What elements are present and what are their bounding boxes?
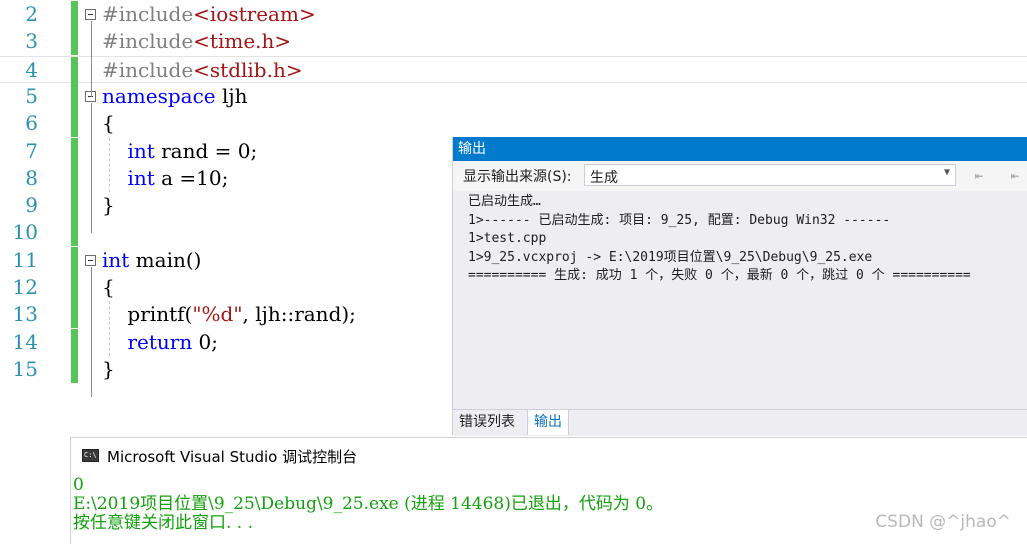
console-line: 0 [73,475,84,495]
change-marker [71,301,78,329]
indent-guide [109,301,110,356]
collapse-icon[interactable] [85,254,96,266]
line-number: 6 [25,111,38,136]
outline-line [91,266,92,398]
output-line: 1>------ 已启动生成: 项目: 9_25, 配置: Debug Win3… [468,212,891,228]
line-number: 12 [12,275,38,299]
change-marker [71,56,78,84]
console-app-icon: C:\ [82,449,99,462]
code-text: #include<iostream> [102,2,316,26]
code-line[interactable]: 2 #include<iostream> [0,1,1027,28]
change-marker [71,82,78,110]
output-panel-title[interactable]: 输出 [453,137,1027,161]
change-marker [71,219,78,247]
output-line: 已启动生成… [468,194,541,209]
change-marker [71,110,78,138]
line-number: 4 [25,57,38,82]
change-marker [71,137,78,165]
output-source-value: 生成 [590,170,618,186]
collapse-icon[interactable] [85,9,96,20]
line-number: 10 [12,220,38,245]
output-text-area[interactable]: 已启动生成… 1>------ 已启动生成: 项目: 9_25, 配置: Debu… [453,191,1027,409]
code-text: int main() [102,247,202,272]
code-text: namespace ljh [102,83,248,108]
code-line[interactable]: 5 namespace ljh [0,82,1027,110]
indent-guide [109,137,110,193]
outline-line [91,21,92,97]
output-tab-bar: 错误列表 输出 [453,409,1027,436]
line-number: 15 [12,356,38,381]
change-marker [71,1,78,28]
code-line[interactable]: 4 #include<stdlib.h> [0,55,1027,84]
code-text: printf("%d", ljh::rand); [102,302,356,327]
change-marker [71,28,78,56]
output-source-label: 显示输出来源(S): [463,169,572,185]
console-titlebar[interactable]: C:\ Microsoft Visual Studio 调试控制台 [71,438,1027,474]
tab-error-list[interactable]: 错误列表 [453,410,521,435]
change-marker [71,246,78,274]
find-message-icon[interactable]: ⇤ [968,165,990,187]
line-number: 3 [25,29,38,54]
line-number: 8 [25,165,38,190]
code-line[interactable]: 3 #include<time.h> [0,28,1027,56]
watermark: CSDN @^jhao^ [875,512,1011,532]
change-marker [71,328,78,356]
line-number: 7 [25,138,38,163]
output-line: 1>9_25.vcxproj -> E:\2019项目位置\9_25\Debug… [468,249,873,265]
output-toolbar: 显示输出来源(S): 生成 ▼ ⇤ ⇤ [453,161,1027,191]
output-line: 1>test.cpp [468,231,547,246]
line-number: 9 [25,193,38,218]
line-number: 13 [12,302,38,327]
go-to-previous-icon[interactable]: ⇤ [1004,165,1026,187]
output-source-select[interactable]: 生成 ▼ [584,164,956,186]
output-line: ========== 生成: 成功 1 个，失败 0 个，最新 0 个，跳过 0… [468,268,971,283]
change-marker [71,355,78,383]
console-title: Microsoft Visual Studio 调试控制台 [107,448,358,466]
outline-line [91,102,92,234]
code-text: { [102,111,115,136]
change-marker [71,192,78,220]
code-text: } [102,356,115,381]
code-text: } [102,193,115,218]
output-panel: 输出 显示输出来源(S): 生成 ▼ ⇤ ⇤ 已启动生成… 1>------ 已启… [452,137,1027,436]
console-output[interactable]: 0 E:\2019项目位置\9_25\Debug\9_25.exe (进程 14… [71,476,1027,544]
code-text: int a =10; [127,165,229,190]
code-text: { [102,275,115,299]
line-number: 2 [25,2,38,26]
change-marker [71,274,78,301]
code-line[interactable]: 6{ [0,110,1027,138]
line-number: 11 [12,247,38,272]
code-text: int rand = 0; [127,138,258,163]
line-number: 14 [12,329,38,354]
chevron-down-icon: ▼ [943,167,950,178]
code-text: #include<stdlib.h> [102,57,303,82]
code-text: #include<time.h> [102,29,292,54]
tab-output[interactable]: 输出 [527,410,569,435]
change-marker [71,164,78,192]
line-number: 5 [25,83,38,108]
code-text: return 0; [127,329,219,354]
